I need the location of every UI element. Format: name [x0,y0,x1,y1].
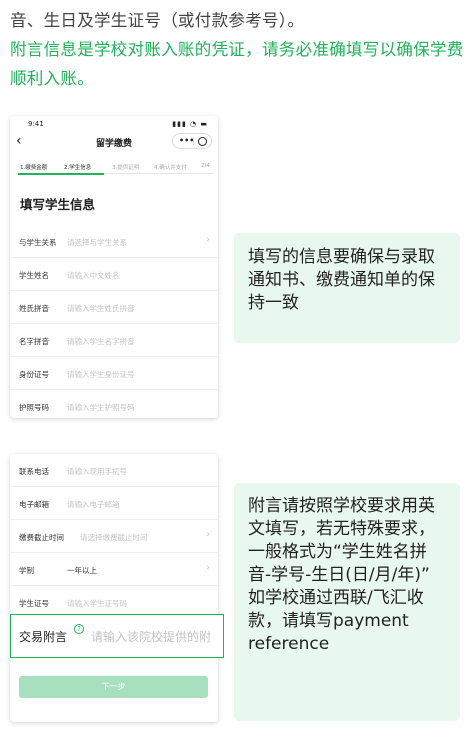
tip-bubble-memo-format: 附言请按照学校要求用英文填写，若无特殊要求，一般格式为“学生姓名拼音-学号-生日… [234,483,460,721]
field-label: 学生姓名 [19,271,49,280]
form-row-id-number[interactable]: 身份证号 请输入学生身份证号 [10,357,218,390]
chevron-right-icon: › [206,530,210,540]
form-row-name[interactable]: 学生姓名 请输入中文姓名 [10,258,218,291]
field-label: 学制 [19,566,34,575]
field-label: 姓氏拼音 [19,304,49,313]
field-label: 名字拼音 [19,337,49,346]
next-button[interactable]: 下一步 [19,676,208,698]
tab-step-confirm[interactable]: 4.确认并支付 [154,163,187,171]
tip-text-payment-reference: 如学校通过西联/飞汇收款，请填写payment reference [248,588,424,654]
close-circle-icon[interactable] [198,137,207,146]
step-tabs: 1.缴费金额 2.学生信息 3.提供证明 4.确认并支付 2/4 [18,161,214,175]
tab-step-proof[interactable]: 3.提供证明 [112,163,139,171]
form-row-surname-pinyin[interactable]: 姓氏拼音 请输入学生姓氏拼音 [10,291,218,324]
name-input[interactable]: 请输入中文姓名 [67,270,120,281]
student-id-input[interactable]: 请输入学生证号码 [67,598,127,609]
field-label: 身份证号 [19,370,49,379]
section-title: 填写学生信息 [20,197,96,212]
given-pinyin-input[interactable]: 请输入学生名字拼音 [67,336,135,347]
tip-bubble-consistency: 填写的信息要确保与录取通知书、缴费通知单的保持一致 [234,233,460,343]
form-row-relationship[interactable]: 与学生关系 请选择与学生关系 › [10,225,218,258]
id-number-input[interactable]: 请输入学生身份证号 [67,369,135,380]
memo-input[interactable]: 请输入该院校提供的附 [91,628,211,645]
email-input[interactable]: 请输入电子邮箱 [67,499,120,510]
field-label: 联系电话 [19,467,49,476]
capsule-divider [193,137,194,145]
form-row-given-pinyin[interactable]: 名字拼音 请输入学生名字拼音 [10,324,218,357]
field-label: 护照号码 [19,403,49,412]
passport-input[interactable]: 请输入学生护照号码 [67,402,135,413]
field-label: 与学生关系 [19,238,57,247]
form-row-passport[interactable]: 护照号码 请输入学生护照号码 [10,390,218,418]
step-counter: 2/4 [201,163,210,169]
chevron-right-icon: › [206,235,210,245]
help-icon[interactable]: ? [74,624,84,634]
tab-step-student-info[interactable]: 2.学生信息 [64,163,91,171]
status-bar: 9:41 ▮▮▮ ◔ ▬ [10,116,218,130]
intro-text: 音、生日及学生证号（或付款参考号）。 附言信息是学校对账入账的凭证，请务必准确填… [10,6,466,93]
chevron-right-icon: › [206,563,210,573]
form-row-email[interactable]: 电子邮箱 请输入电子邮箱 [10,487,218,520]
signal-wifi-battery-icon: ▮▮▮ ◔ ▬ [172,120,208,128]
field-label: 缴费截止时间 [19,533,64,542]
duration-select[interactable]: 一年以上 [67,565,97,576]
memo-label: 交易附言 [19,630,68,644]
relationship-select[interactable]: 请选择与学生关系 [67,237,127,248]
tip-text: 填写的信息要确保与录取通知书、缴费通知单的保持一致 [248,247,435,313]
field-label: 电子邮箱 [19,500,49,509]
step-progress-track [104,173,214,174]
form-row-deadline[interactable]: 缴费截止时间 请选择缴费截止时间 › [10,520,218,553]
tip-text-format: 附言请按照学校要求用英文填写，若无特殊要求，一般格式为“学生姓名拼音-学号-生日… [248,496,435,585]
form-rows-bottom: 联系电话 请输入现用手机号 电子邮箱 请输入电子邮箱 缴费截止时间 请选择缴费截… [10,454,218,619]
memo-field-highlight[interactable]: 交易附言 ? 请输入该院校提供的附 [10,614,224,658]
form-row-phone[interactable]: 联系电话 请输入现用手机号 [10,454,218,487]
miniprogram-capsule[interactable]: ••• [172,133,212,149]
phone-screenshot-top: 9:41 ▮▮▮ ◔ ▬ ‹ 留学缴费 ••• 1.缴费金额 2.学生信息 3.… [10,116,218,418]
form-row-duration[interactable]: 学制 一年以上 › [10,553,218,586]
phone-input[interactable]: 请输入现用手机号 [67,466,127,477]
form-rows-top: 与学生关系 请选择与学生关系 › 学生姓名 请输入中文姓名 姓氏拼音 请输入学生… [10,225,218,418]
nav-bar: ‹ 留学缴费 ••• [10,132,218,152]
intro-line: 音、生日及学生证号（或付款参考号）。 [10,11,305,30]
tab-step-amount[interactable]: 1.缴费金额 [20,163,47,171]
step-progress-bar [18,173,104,175]
deadline-select[interactable]: 请选择缴费截止时间 [80,532,148,543]
field-label: 学生证号 [19,599,49,608]
status-time: 9:41 [28,120,44,128]
intro-warning: 附言信息是学校对账入账的凭证，请务必准确填写以确保学费顺利入账。 [10,40,464,88]
surname-pinyin-input[interactable]: 请输入学生姓氏拼音 [67,303,135,314]
